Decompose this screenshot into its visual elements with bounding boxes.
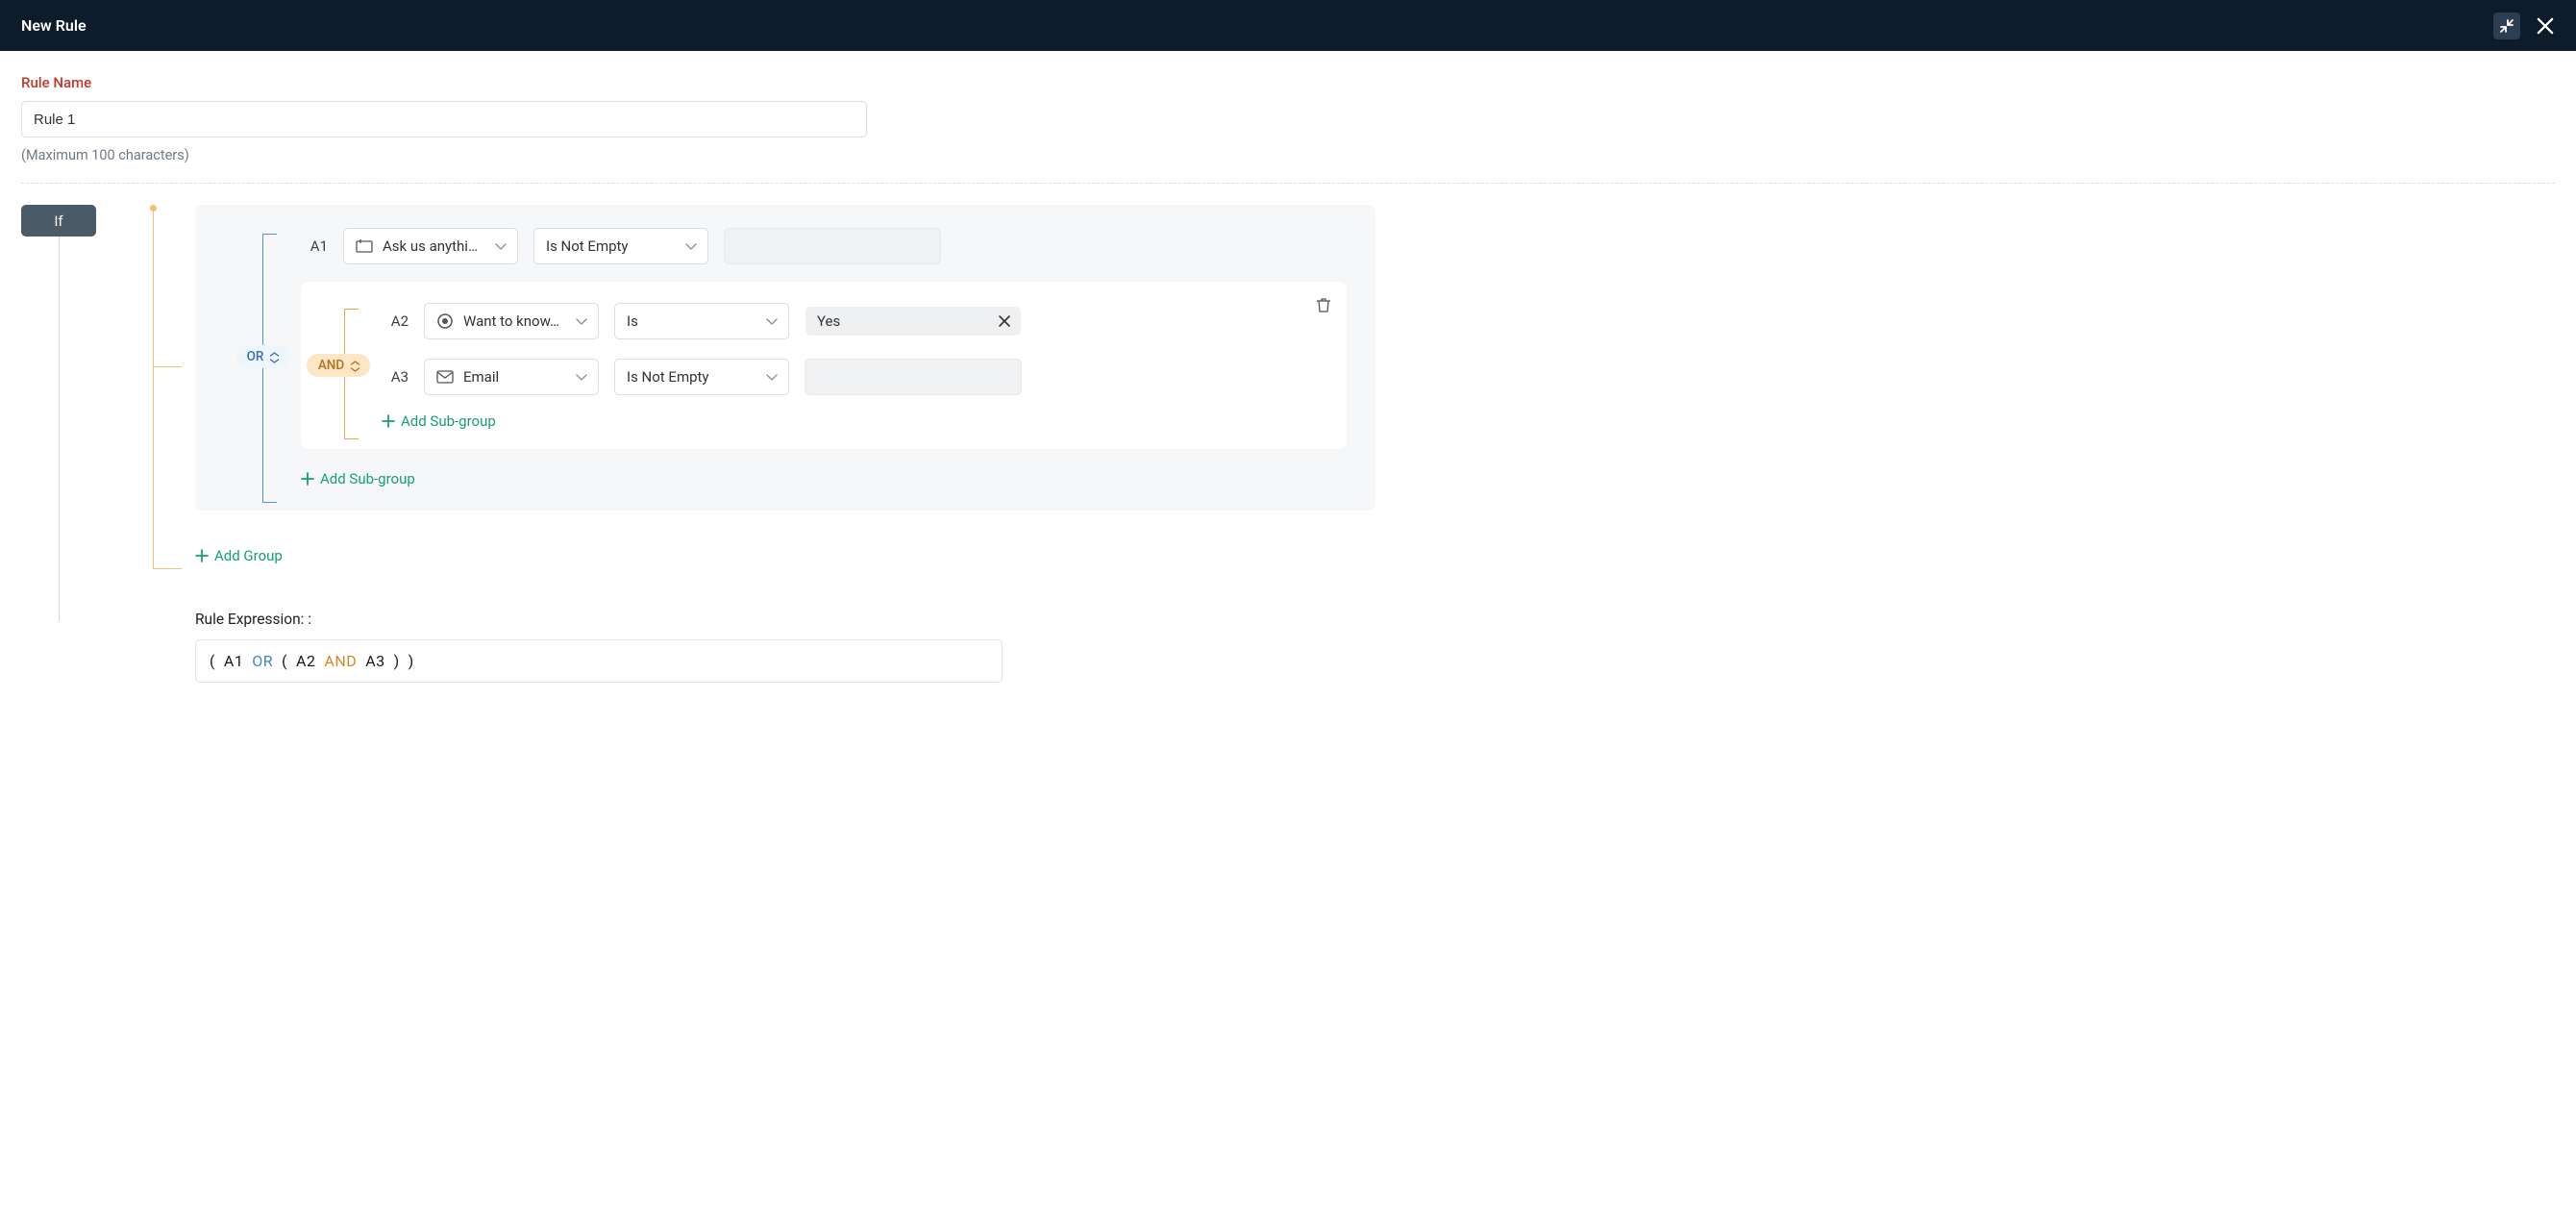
condition-id: A1: [301, 237, 328, 255]
if-column: If: [21, 205, 132, 683]
close-button[interactable]: [2532, 12, 2559, 39]
expr-paren: ): [394, 652, 400, 670]
modal-header: New Rule: [0, 0, 2576, 51]
remove-tag-button[interactable]: [998, 314, 1011, 328]
add-group-button[interactable]: Add Group: [195, 547, 283, 564]
add-subgroup-button[interactable]: Add Sub-group: [301, 470, 415, 487]
rule-expression-label: Rule Expression: :: [195, 611, 1003, 628]
if-chip: If: [21, 205, 96, 237]
field-select[interactable]: Want to know…: [424, 303, 599, 339]
operator-select[interactable]: Is Not Empty: [533, 228, 708, 264]
value-tag-text: Yes: [817, 312, 840, 330]
subgroup-operator-label: AND: [318, 358, 344, 373]
field-select-text: Email: [463, 368, 567, 386]
chevron-down-icon: [684, 240, 698, 252]
minimize-button[interactable]: [2493, 12, 2520, 39]
add-subgroup-label: Add Sub-group: [401, 412, 496, 430]
chevron-down-icon: [575, 371, 588, 383]
delete-subgroup-button[interactable]: [1316, 297, 1331, 317]
operator-select-text: Is: [627, 312, 757, 330]
subgroup-conditions: A2 Want to know… Is: [382, 299, 1329, 432]
value-tag: Yes: [805, 307, 1021, 336]
modal-body: Rule Name (Maximum 100 characters) If OR: [0, 51, 2576, 708]
group-bracket: [262, 234, 277, 503]
value-input[interactable]: [724, 228, 941, 264]
value-tag-input[interactable]: Yes: [805, 303, 1022, 339]
condition-id: A2: [382, 312, 409, 330]
chevron-down-icon: [765, 371, 779, 383]
close-icon: [2536, 16, 2555, 36]
operator-select-text: Is Not Empty: [627, 368, 757, 386]
add-group-label: Add Group: [214, 547, 283, 564]
expr-token: A1: [224, 652, 243, 670]
condition-row: A2 Want to know… Is: [382, 299, 1329, 343]
field-select-text: Ask us anythi…: [383, 237, 486, 255]
section-divider: [21, 183, 2555, 184]
add-subgroup-button[interactable]: Add Sub-group: [382, 412, 496, 430]
field-select[interactable]: Email: [424, 359, 599, 395]
rule-name-input[interactable]: [21, 101, 867, 137]
expr-token: A3: [365, 652, 384, 670]
condition-row: A3 Email Is Not Empty: [382, 355, 1329, 399]
operator-select-text: Is Not Empty: [546, 237, 677, 255]
rule-expression-section: Rule Expression: : ( A1 OR ( A2 AND A3 )…: [195, 611, 1003, 683]
field-select-text: Want to know…: [463, 312, 567, 330]
rule-content: OR A1 Ask us anythi…: [132, 205, 2555, 683]
radio-icon: [436, 312, 454, 330]
expr-paren: ): [409, 652, 414, 670]
condition-id: A3: [382, 368, 409, 386]
header-actions: [2493, 12, 2559, 39]
operator-select[interactable]: Is Not Empty: [614, 359, 789, 395]
group-card: OR A1 Ask us anythi…: [195, 205, 1375, 511]
expr-and: AND: [324, 652, 357, 670]
modal-title: New Rule: [21, 16, 87, 35]
rule-expression-box: ( A1 OR ( A2 AND A3 ) ): [195, 639, 1003, 683]
if-vline: [59, 237, 60, 621]
group-operator-column: OR: [224, 224, 301, 489]
minimize-icon: [2498, 17, 2515, 35]
expr-paren: (: [210, 652, 215, 670]
mail-icon: [436, 369, 454, 385]
tree-hline-1: [153, 366, 182, 367]
subgroup-card: AND A2: [301, 282, 1347, 449]
chevron-down-icon: [494, 240, 508, 252]
expr-paren: (: [282, 652, 287, 670]
value-input[interactable]: [805, 359, 1022, 395]
condition-row: A1 Ask us anythi… Is Not Empty: [301, 224, 1347, 268]
field-select[interactable]: Ask us anythi…: [343, 228, 518, 264]
tree-vline: [153, 211, 154, 568]
chevron-down-icon: [765, 315, 779, 327]
condition-builder: If OR A1: [21, 205, 2555, 683]
textarea-icon: [356, 238, 373, 254]
add-subgroup-label: Add Sub-group: [320, 470, 415, 487]
group-conditions: A1 Ask us anythi… Is Not Empty: [301, 224, 1347, 489]
subgroup-operator-select[interactable]: AND: [307, 354, 370, 377]
sort-icon: [269, 352, 280, 362]
group-operator-label: OR: [247, 349, 264, 364]
plus-icon: [301, 472, 314, 486]
group-operator-select[interactable]: OR: [235, 345, 290, 368]
subgroup-operator-column: AND: [318, 299, 382, 432]
rule-name-hint: (Maximum 100 characters): [21, 147, 2555, 163]
plus-icon: [195, 549, 209, 562]
rule-name-label: Rule Name: [21, 74, 2555, 91]
chevron-down-icon: [575, 315, 588, 327]
tree-hline-2: [153, 568, 182, 569]
plus-icon: [382, 414, 395, 428]
trash-icon: [1316, 297, 1331, 313]
expr-or: OR: [252, 652, 273, 670]
operator-select[interactable]: Is: [614, 303, 789, 339]
expr-token: A2: [296, 652, 315, 670]
sort-icon: [350, 361, 360, 371]
